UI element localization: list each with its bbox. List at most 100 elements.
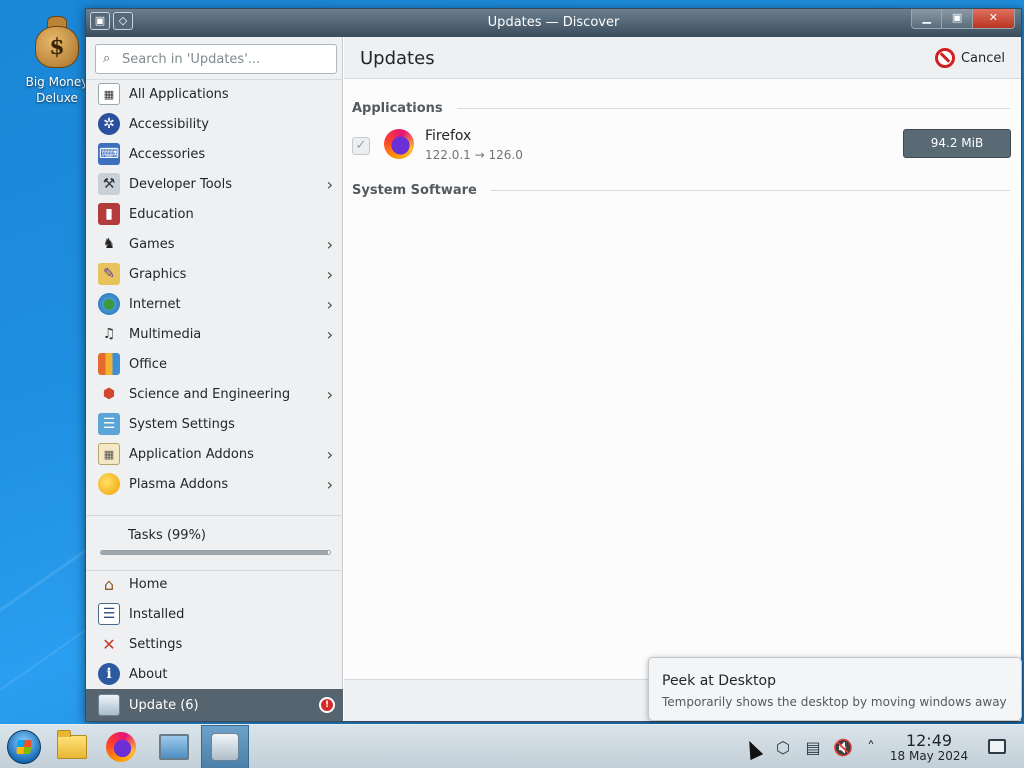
sidebar-item-developer-tools[interactable]: ⚒ Developer Tools › (86, 169, 343, 199)
sidebar-item-label: Science and Engineering (129, 386, 291, 402)
sidebar-item-label: Installed (129, 606, 185, 622)
office-icon (98, 353, 120, 375)
clock-time[interactable]: 12:49 (896, 731, 962, 750)
update-checkbox[interactable]: ✓ (352, 137, 370, 155)
chevron-up-icon: ˄ (867, 737, 875, 757)
tasks-progress-bar (100, 550, 331, 555)
taskbar-file-manager[interactable] (48, 725, 96, 768)
sidebar-item-update[interactable]: Update (6) ! (86, 689, 343, 721)
nav-list: ⌂ Home ☰ Installed ✕ Settings i About (86, 569, 343, 689)
sidebar-item-all-applications[interactable]: ▦ All Applications (86, 79, 343, 109)
developer-tools-icon: ⚒ (98, 173, 120, 195)
chevron-right-icon: › (326, 235, 333, 254)
sidebar-item-graphics[interactable]: ✎ Graphics › (86, 259, 343, 289)
sidebar-item-label: Accessibility (129, 116, 209, 132)
accessories-icon: ⌨ (98, 143, 120, 165)
peek-desktop-tooltip: Peek at Desktop Temporarily shows the de… (648, 657, 1022, 721)
update-size-button[interactable]: 94.2 MiB (903, 129, 1011, 158)
graphics-icon: ✎ (98, 263, 120, 285)
cancel-label: Cancel (960, 50, 1005, 66)
cancel-icon (934, 48, 955, 68)
app-name: Firefox (425, 128, 472, 144)
sidebar-item-label: Office (129, 356, 167, 372)
tooltip-title: Peek at Desktop (662, 673, 776, 689)
sidebar-item-label: Education (129, 206, 194, 222)
cancel-button[interactable]: Cancel (934, 48, 1005, 68)
taskbar: ⬡ ▤ 🔇 ˄ 12:49 18 May 2024 (0, 724, 1024, 768)
sidebar-item-label: Graphics (129, 266, 187, 282)
firefox-icon (384, 129, 414, 159)
section-title: Applications (352, 101, 443, 116)
sidebar-item-science[interactable]: ⬢ Science and Engineering › (86, 379, 343, 409)
peek-desktop-icon[interactable] (988, 739, 1006, 754)
start-menu-icon (7, 730, 41, 764)
clock-date[interactable]: 18 May 2024 (888, 749, 970, 763)
sidebar-item-label: Developer Tools (129, 176, 233, 192)
sidebar-item-office[interactable]: Office (86, 349, 343, 379)
sidebar-item-about[interactable]: i About (86, 659, 343, 689)
sidebar-item-label: Plasma Addons (129, 476, 229, 492)
taskbar-discover[interactable] (201, 725, 249, 768)
firefox-icon (106, 732, 136, 762)
tray-notes[interactable]: ▤ (802, 725, 824, 768)
installed-icon: ☰ (98, 603, 120, 625)
tray-clipboard[interactable]: ⬡ (772, 725, 794, 768)
page-title: Updates (360, 48, 435, 69)
maximize-button[interactable]: ▣ (941, 9, 972, 28)
sidebar-item-games[interactable]: ♞ Games › (86, 229, 343, 259)
update-notifier-icon: ⬡ (776, 737, 790, 757)
money-bag-icon: $ (32, 12, 82, 70)
info-icon: i (98, 663, 120, 685)
volume-muted-icon: 🔇 (833, 737, 853, 757)
main-content: Updates Cancel Applications ✓ Firefox 12… (344, 37, 1021, 721)
sidebar-item-internet[interactable]: ● Internet › (86, 289, 343, 319)
window-controls: ▁ ▣ ✕ (911, 9, 1015, 29)
page-header: Updates Cancel (344, 37, 1021, 79)
title-bar[interactable]: ▣ ◇ Updates — Discover ▁ ▣ ✕ (86, 9, 1021, 37)
addons-icon: ▦ (98, 443, 120, 465)
sidebar-item-label: Accessories (129, 146, 206, 162)
discover-window: ▣ ◇ Updates — Discover ▁ ▣ ✕ ⌕ ▦ All App… (85, 8, 1022, 722)
window-title: Updates — Discover (487, 15, 620, 30)
sidebar-item-accessibility[interactable]: ✲ Accessibility (86, 109, 343, 139)
divider (456, 108, 1010, 109)
sidebar-item-accessories[interactable]: ⌨ Accessories (86, 139, 343, 169)
tasks-label: Tasks (99%) (128, 528, 206, 543)
tray-volume[interactable]: 🔇 (832, 725, 854, 768)
education-icon: ▮ (98, 203, 120, 225)
chevron-right-icon: › (326, 475, 333, 494)
divider (490, 190, 1010, 191)
clipboard-icon: ▤ (805, 737, 821, 757)
search-input[interactable] (122, 50, 332, 68)
sidebar-item-plasma-addons[interactable]: Plasma Addons › (86, 469, 343, 499)
sidebar-item-system-settings[interactable]: ☰ System Settings (86, 409, 343, 439)
chevron-right-icon: › (326, 295, 333, 314)
tray-expand[interactable]: ˄ (860, 725, 882, 768)
close-button[interactable]: ✕ (971, 9, 1014, 28)
sidebar-item-label: System Settings (129, 416, 235, 432)
start-button[interactable] (0, 725, 48, 768)
taskbar-system-monitor[interactable] (150, 725, 198, 768)
sidebar-item-settings[interactable]: ✕ Settings (86, 629, 343, 659)
sidebar-item-label: Application Addons (129, 446, 254, 462)
multimedia-icon: ♫ (102, 326, 116, 342)
minimize-button[interactable]: ▁ (912, 9, 942, 28)
grid-icon: ▦ (98, 83, 120, 105)
tooltip-description: Temporarily shows the desktop by moving … (662, 695, 1007, 709)
sidebar-item-installed[interactable]: ☰ Installed (86, 599, 343, 629)
discover-icon (211, 733, 239, 761)
progress-fill (101, 551, 328, 554)
sidebar-item-multimedia[interactable]: ♫ Multimedia › (86, 319, 343, 349)
sidebar-item-label: Settings (129, 636, 183, 652)
section-title: System Software (352, 183, 477, 198)
update-row-firefox[interactable]: ✓ Firefox 122.0.1 → 126.0 94.2 MiB (344, 125, 1021, 169)
sidebar-item-application-addons[interactable]: ▦ Application Addons › (86, 439, 343, 469)
tasks-item[interactable]: Tasks (99%) (86, 515, 343, 543)
sidebar-item-education[interactable]: ▮ Education (86, 199, 343, 229)
category-list: ▦ All Applications ✲ Accessibility ⌨ Acc… (86, 79, 343, 499)
chevron-right-icon: › (326, 385, 333, 404)
internet-icon: ● (98, 293, 120, 315)
taskbar-firefox[interactable] (97, 725, 145, 768)
search-box[interactable]: ⌕ (95, 44, 337, 74)
sidebar-item-home[interactable]: ⌂ Home (86, 569, 343, 599)
